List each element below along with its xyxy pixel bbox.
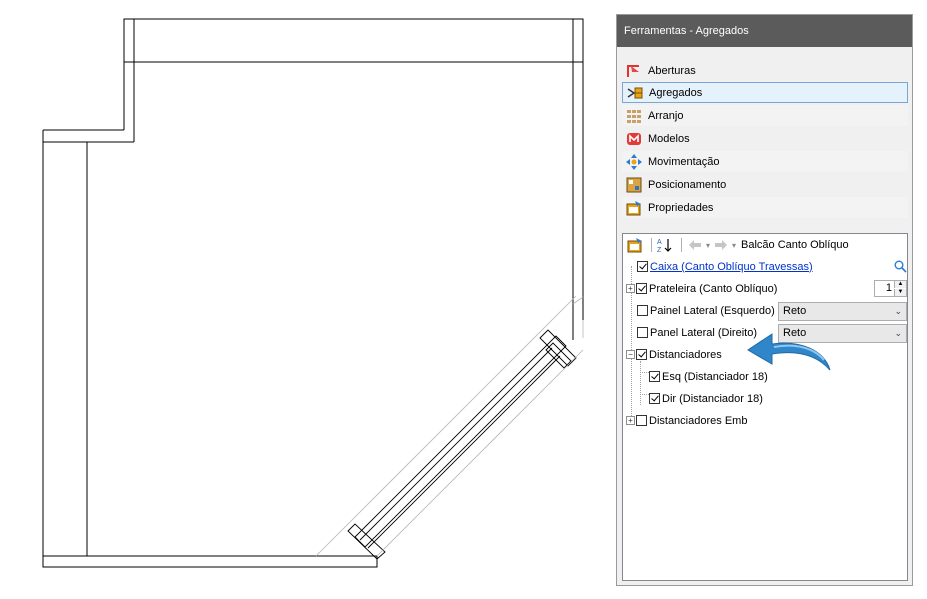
svg-text:A: A <box>657 239 662 246</box>
dir-checkbox[interactable] <box>649 393 660 404</box>
toolbar-separator <box>681 238 682 252</box>
collapse-toggle-distanciadores[interactable]: − <box>626 350 635 359</box>
menu-item-aberturas[interactable]: Aberturas <box>622 60 908 81</box>
aggregates-tree: AZ ▾ ▾ Balcão Canto Oblíquo Caixa (Canto… <box>622 233 908 581</box>
distanciadores-checkbox[interactable] <box>636 349 647 360</box>
tree-connector <box>640 394 649 395</box>
back-dropdown-icon[interactable]: ▾ <box>706 241 710 250</box>
prateleira-quantity-stepper[interactable]: 1 ▲ ▼ <box>874 280 907 297</box>
distanciadores-emb-label: Distanciadores Emb <box>649 414 748 427</box>
stepper-down-icon[interactable]: ▼ <box>894 289 906 296</box>
painel-direito-checkbox[interactable] <box>637 327 648 338</box>
caixa-checkbox[interactable] <box>637 261 648 272</box>
chevron-down-icon: ⌄ <box>894 328 902 338</box>
menu-item-arranjo[interactable]: Arranjo <box>622 105 908 126</box>
tree-toolbar: AZ ▾ ▾ Balcão Canto Oblíquo <box>623 234 907 256</box>
tree-connector <box>640 372 649 373</box>
models-icon <box>626 131 642 147</box>
search-icon[interactable] <box>894 260 907 276</box>
panel-title-bar: Ferramentas - Agregados <box>617 15 912 47</box>
select-value: Reto <box>783 305 807 317</box>
esq-checkbox[interactable] <box>649 371 660 382</box>
menu-label: Posicionamento <box>648 178 727 191</box>
menu-label: Propriedades <box>648 201 714 214</box>
back-arrow-icon[interactable] <box>687 237 703 253</box>
svg-text:Z: Z <box>657 247 662 253</box>
properties-button[interactable] <box>627 237 643 253</box>
forward-dropdown-icon[interactable]: ▾ <box>732 241 736 250</box>
menu-label: Agregados <box>649 86 703 99</box>
tree-connector <box>640 361 641 405</box>
menu-item-modelos[interactable]: Modelos <box>622 128 908 149</box>
top-back-panel <box>123 18 584 63</box>
tree-node-caixa[interactable]: Caixa (Canto Oblíquo Travessas) <box>637 256 907 277</box>
menu-item-agregados[interactable]: Agregados <box>622 82 908 103</box>
caixa-link[interactable]: Caixa (Canto Oblíquo Travessas) <box>650 261 813 273</box>
panel-title: Ferramentas - Agregados <box>624 25 749 37</box>
menu-label: Arranjo <box>648 109 684 122</box>
move-icon <box>626 153 642 170</box>
distanciadores-emb-checkbox[interactable] <box>636 415 647 426</box>
positioning-icon <box>626 177 642 193</box>
openings-icon <box>626 63 642 79</box>
menu-label: Movimentação <box>648 155 720 168</box>
painel-esquerdo-label: Painel Lateral (Esquerdo) <box>650 304 775 317</box>
highlight-arrow-icon <box>747 333 831 371</box>
prateleira-checkbox[interactable] <box>636 283 647 294</box>
menu-item-movimentacao[interactable]: Movimentação <box>622 151 908 172</box>
forward-arrow-icon[interactable] <box>713 237 729 253</box>
distanciadores-label: Distanciadores <box>649 348 722 361</box>
oblique-front-panel <box>354 335 567 548</box>
tree-node-distanciadores-emb[interactable]: + Distanciadores Emb <box>626 410 747 431</box>
cad-drawing <box>42 18 584 568</box>
tree-node-distanciadores[interactable]: − Distanciadores <box>626 344 722 365</box>
prateleira-label: Prateleira (Canto Oblíquo) <box>649 282 778 295</box>
expand-toggle-prateleira[interactable]: + <box>626 284 635 293</box>
breadcrumb: Balcão Canto Oblíquo <box>741 239 849 251</box>
quantity-value: 1 <box>885 282 892 294</box>
dir-label: Dir (Distanciador 18) <box>662 392 763 405</box>
tree-node-dir[interactable]: Dir (Distanciador 18) <box>649 388 763 409</box>
painel-esquerdo-checkbox[interactable] <box>637 305 648 316</box>
stepper-up-icon[interactable]: ▲ <box>894 281 906 288</box>
expand-toggle-distanciadores-emb[interactable]: + <box>626 416 635 425</box>
menu-item-propriedades[interactable]: Propriedades <box>622 197 908 218</box>
sort-az-icon[interactable]: AZ <box>657 237 673 253</box>
tree-node-prateleira[interactable]: + Prateleira (Canto Oblíquo) <box>626 278 777 299</box>
properties-icon <box>626 200 642 216</box>
arrangement-icon <box>626 108 642 124</box>
painel-esquerdo-select[interactable]: Reto ⌄ <box>778 302 907 321</box>
menu-item-posicionamento[interactable]: Posicionamento <box>622 174 908 195</box>
tools-panel: Ferramentas - Agregados Aberturas Agrega… <box>616 14 913 586</box>
tree-node-painel-esquerdo[interactable]: Painel Lateral (Esquerdo) <box>637 300 775 321</box>
bottom-base-panel <box>42 555 378 568</box>
toolbar-separator <box>651 238 652 252</box>
menu-label: Aberturas <box>648 64 696 77</box>
aggregates-icon <box>627 85 643 101</box>
menu-label: Modelos <box>648 132 690 145</box>
chevron-down-icon: ⌄ <box>894 306 902 316</box>
